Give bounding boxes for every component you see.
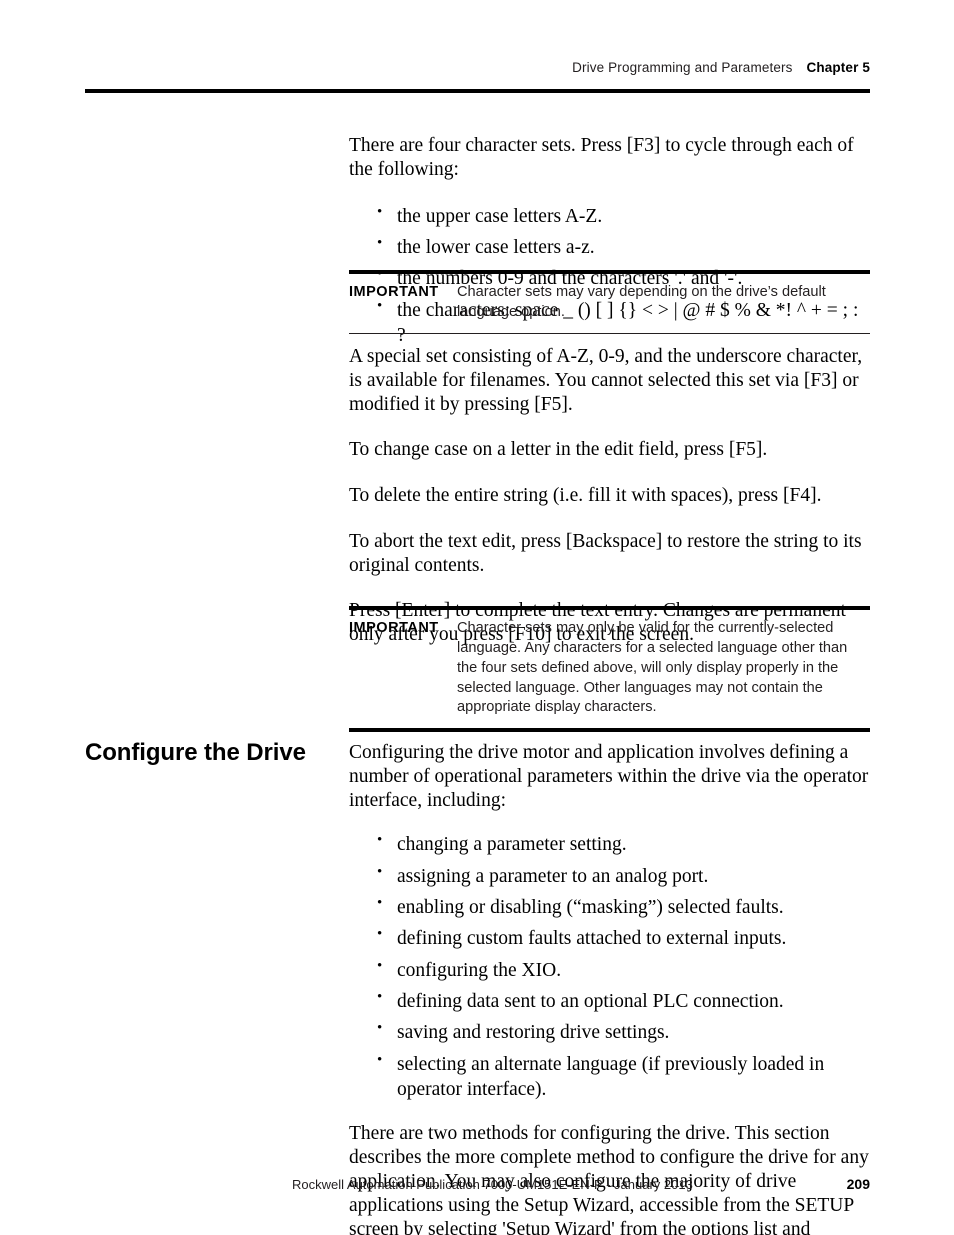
footer-page-number: 209 xyxy=(846,1176,870,1192)
callout-label: IMPORTANT xyxy=(349,284,439,300)
page-footer: Rockwell Automation Publication 7000-UM1… xyxy=(292,1176,870,1192)
paragraph-abort-edit: To abort the text edit, press [Backspace… xyxy=(349,530,862,576)
list-item: configuring the XIO. xyxy=(349,957,870,983)
configure-bullet-list: changing a parameter setting. assigning … xyxy=(349,831,870,1103)
callout-bottom-rule xyxy=(349,728,870,733)
list-item: the upper case letters A-Z. xyxy=(349,203,870,229)
intro-paragraph: There are four character sets. Press [F3… xyxy=(349,135,854,180)
page-title: Configure the Drive xyxy=(85,739,306,766)
section-intro-paragraph: Configuring the drive motor and applicat… xyxy=(349,742,869,811)
callout-label: IMPORTANT xyxy=(349,620,439,636)
callout-text: Character sets may vary depending on the… xyxy=(457,284,826,320)
list-item: assigning a parameter to an analog port. xyxy=(349,863,870,889)
paragraph-special-set: A special set consisting of A-Z, 0-9, an… xyxy=(349,346,863,415)
list-item: the lower case letters a-z. xyxy=(349,234,870,260)
important-callout-2: IMPORTANT Character sets may only be val… xyxy=(349,606,870,733)
important-callout-1: IMPORTANT Character sets may vary depend… xyxy=(349,270,870,335)
paragraph-change-case: To change case on a letter in the edit f… xyxy=(349,439,768,461)
configure-drive-block: Configuring the drive motor and applicat… xyxy=(349,741,870,1235)
paragraph-delete-string: To delete the entire string (i.e. fill i… xyxy=(349,485,822,507)
section-heading-wrap: Configure the Drive xyxy=(85,739,335,766)
callout-text: Character sets may only be valid for the… xyxy=(457,620,848,716)
header-title: Drive Programming and Parameters xyxy=(572,60,793,75)
list-item: enabling or disabling (“masking”) select… xyxy=(349,894,870,920)
list-item: selecting an alternate language (if prev… xyxy=(349,1051,870,1103)
header-chapter-label: Chapter 5 xyxy=(806,60,870,75)
page-header: Drive Programming and Parameters Chapter… xyxy=(85,60,870,75)
footer-publication: Rockwell Automation Publication 7000-UM1… xyxy=(292,1177,693,1192)
list-item: defining custom faults attached to exter… xyxy=(349,925,870,951)
list-item: defining data sent to an optional PLC co… xyxy=(349,988,870,1014)
header-rule xyxy=(85,89,870,93)
list-item: saving and restoring drive settings. xyxy=(349,1019,870,1045)
document-page: Drive Programming and Parameters Chapter… xyxy=(0,0,954,1235)
callout-bottom-rule xyxy=(349,332,870,335)
list-item: changing a parameter setting. xyxy=(349,831,870,857)
